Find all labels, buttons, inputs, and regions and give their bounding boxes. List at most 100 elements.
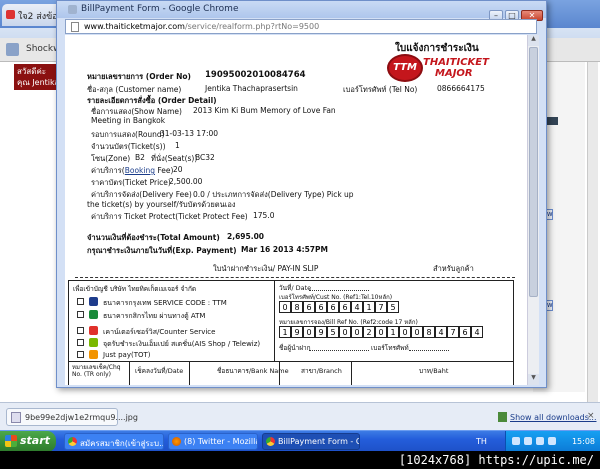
download-filename: 9be99e2djw1e2rmqu9....jpg	[25, 413, 138, 422]
welcome-line: สวัสดีค่ะ	[17, 67, 47, 76]
expiry-value: Mar 16 2013 4:57PM	[241, 245, 328, 254]
booking-fee-label-a: ค่าบริการ(	[91, 166, 125, 175]
digit-box: 0	[303, 326, 315, 338]
digit-box: 1	[363, 301, 375, 313]
seat-value: BC32	[195, 153, 215, 162]
bill-ref-digits: 1 9 0 9 5 0 0 2 0 1 0 0 8 4 7 6 4	[279, 326, 485, 338]
url-host: www.thaiticketmajor.com	[84, 22, 185, 31]
flag-icon	[546, 117, 558, 125]
logo-mark: TTM	[387, 54, 423, 82]
column-divider	[189, 362, 190, 385]
col-cheque-header: หมายเลขเช็ค/Chq No. (TR only)	[72, 364, 121, 378]
booking-fee-label: ค่าบริการ(Booking Fee)	[91, 165, 173, 177]
digit-box: 1	[279, 326, 291, 338]
digit-box: 9	[291, 326, 303, 338]
task-label: BillPayment Form - Go...	[278, 437, 359, 446]
puzzle-plugin-icon	[6, 43, 19, 56]
scroll-up-arrow-icon[interactable]: ▲	[528, 35, 539, 46]
round-label: รอบการแสดง(Round)	[91, 130, 165, 139]
taskbar-item-chrome-register[interactable]: สมัครสมาชิก(เข้าสู่ระบ...	[64, 433, 164, 450]
digit-box: 7	[375, 301, 387, 313]
background-scrollbar[interactable]	[587, 62, 598, 402]
firefox-icon	[172, 437, 181, 446]
thaiticketmajor-logo: TTM THAITICKET MAJOR	[387, 53, 489, 85]
seat-label: ที่นั่ง(Seat(s))	[151, 154, 198, 163]
start-button[interactable]: start	[0, 431, 56, 452]
digit-box: 6	[327, 301, 339, 313]
digit-box: 4	[471, 326, 483, 338]
digit-box: 8	[291, 301, 303, 313]
popup-scrollbar[interactable]: ▲ ▼	[527, 35, 539, 385]
popup-titlebar[interactable]: BillPayment Form - Google Chrome – □ ✕	[57, 1, 546, 21]
kbank-checkbox[interactable]	[77, 311, 84, 318]
task-label: สมัครสมาชิก(เข้าสู่ระบ...	[80, 439, 164, 448]
downloads-icon	[498, 412, 507, 422]
download-bar-close-icon[interactable]: ×	[587, 411, 595, 421]
tab-favicon-icon	[6, 10, 15, 19]
tray-icon[interactable]	[512, 437, 520, 445]
tray-icon[interactable]	[524, 437, 532, 445]
download-bar: 9be99e2djw1e2rmqu9....jpg Show all downl…	[0, 402, 600, 430]
counter3-label: Just pay(TOT)	[103, 351, 151, 359]
download-item[interactable]: 9be99e2djw1e2rmqu9....jpg	[6, 408, 138, 426]
booking-link[interactable]: Booking	[125, 166, 155, 175]
taskbar: start สมัครสมาชิก(เข้าสู่ระบ... (8) Twit…	[0, 430, 600, 452]
scrollbar-thumb[interactable]	[529, 47, 538, 297]
counter1-label: เคาน์เตอร์เซอร์วิส/Counter Service	[103, 328, 216, 336]
col-branch-header: สาขา/Branch	[301, 367, 342, 375]
desktop-screen: ใจ2 ส่งข้อความ Shockwave สวัสดีค่ะ คุณ J…	[0, 0, 600, 469]
protect-fee-label: ค่าบริการ Ticket Protect(Ticket Protect …	[91, 212, 248, 221]
slip-for-text: เพื่อเข้าบัญชี บริษัท ไทยทิคเก็ตเมเจอร์ …	[73, 285, 197, 293]
taskbar-item-firefox-twitter[interactable]: (8) Twitter - Mozilla Fi...	[168, 433, 258, 450]
digit-box: 1	[387, 326, 399, 338]
tel-label: เบอร์โทรศัพท์ (Tel No)	[343, 85, 418, 94]
digit-box: 7	[447, 326, 459, 338]
date-line	[309, 290, 369, 291]
popup-title: BillPayment Form - Google Chrome	[81, 4, 239, 14]
column-divider	[129, 362, 130, 385]
show-name-line1: 2013 Kim Ki Bum Memory of Love Fan	[193, 106, 336, 115]
bangkok-bank-checkbox[interactable]	[77, 298, 84, 305]
tray-icon[interactable]	[536, 437, 544, 445]
delivery-note: the ticket(s) by yourself/รับบัตรด้วยตนเ…	[87, 200, 236, 209]
welcome-name: คุณ Jentika	[17, 78, 60, 87]
cut-line	[75, 277, 515, 278]
digit-box: 0	[279, 301, 291, 313]
chrome-icon	[266, 437, 275, 446]
mpay-checkbox[interactable]	[77, 339, 84, 346]
clock[interactable]: 15:08	[572, 437, 595, 446]
payin-slip-title: ใบนำฝากชำระเงิน/ PAY-IN SLIP	[213, 264, 319, 273]
total-label: จำนวนเงินที่ต้องชำระ(Total Amount)	[87, 233, 220, 242]
counter2-label: จุดรับชำระเงินเอ็มเปย์ สเตชั่น(AIS Shop …	[103, 340, 261, 348]
payer-label: ชื่อผู้นำฝาก	[279, 344, 311, 352]
page-icon	[68, 5, 77, 14]
show-all-downloads-link[interactable]: Show all downloads...	[510, 413, 597, 422]
bank1-label: ธนาคารกรุงเทพ SERVICE CODE : TTM	[103, 299, 227, 307]
taskbar-item-billpayment[interactable]: BillPayment Form - Go...	[262, 433, 360, 450]
col-date-header: เช็คลงวันที่/Date	[135, 367, 184, 375]
zone-value: B2	[135, 153, 145, 162]
scroll-down-arrow-icon[interactable]: ▼	[528, 374, 539, 385]
column-divider	[351, 362, 352, 385]
bank2-label: ธนาคารกสิกรไทย ผ่านทางตู้ ATM	[103, 312, 206, 320]
address-bar[interactable]: www.thaiticketmajor.com/service/realform…	[65, 19, 537, 34]
digit-box: 6	[303, 301, 315, 313]
cust-no-digits: 0 8 6 6 6 6 4 1 7 5	[279, 301, 409, 313]
billpayment-popup-window: BillPayment Form - Google Chrome – □ ✕ www…	[56, 0, 547, 388]
digit-box: 0	[351, 326, 363, 338]
digit-box: 6	[459, 326, 471, 338]
counter-service-checkbox[interactable]	[77, 327, 84, 334]
ticket-count-value: 1	[175, 141, 180, 150]
digit-box: 0	[339, 326, 351, 338]
language-indicator[interactable]: TH	[476, 437, 487, 446]
digit-box: 8	[423, 326, 435, 338]
digit-box: 0	[411, 326, 423, 338]
total-value: 2,695.00	[227, 232, 265, 241]
digit-box: 9	[315, 326, 327, 338]
justpay-checkbox[interactable]	[77, 351, 84, 358]
tray-icon[interactable]	[548, 437, 556, 445]
digit-box: 6	[315, 301, 327, 313]
resolution-watermark: [1024x768] https://upic.me/	[0, 451, 600, 469]
payin-slip: เพื่อเข้าบัญชี บริษัท ไทยทิคเก็ตเมเจอร์ …	[68, 280, 514, 385]
column-divider	[279, 362, 280, 385]
